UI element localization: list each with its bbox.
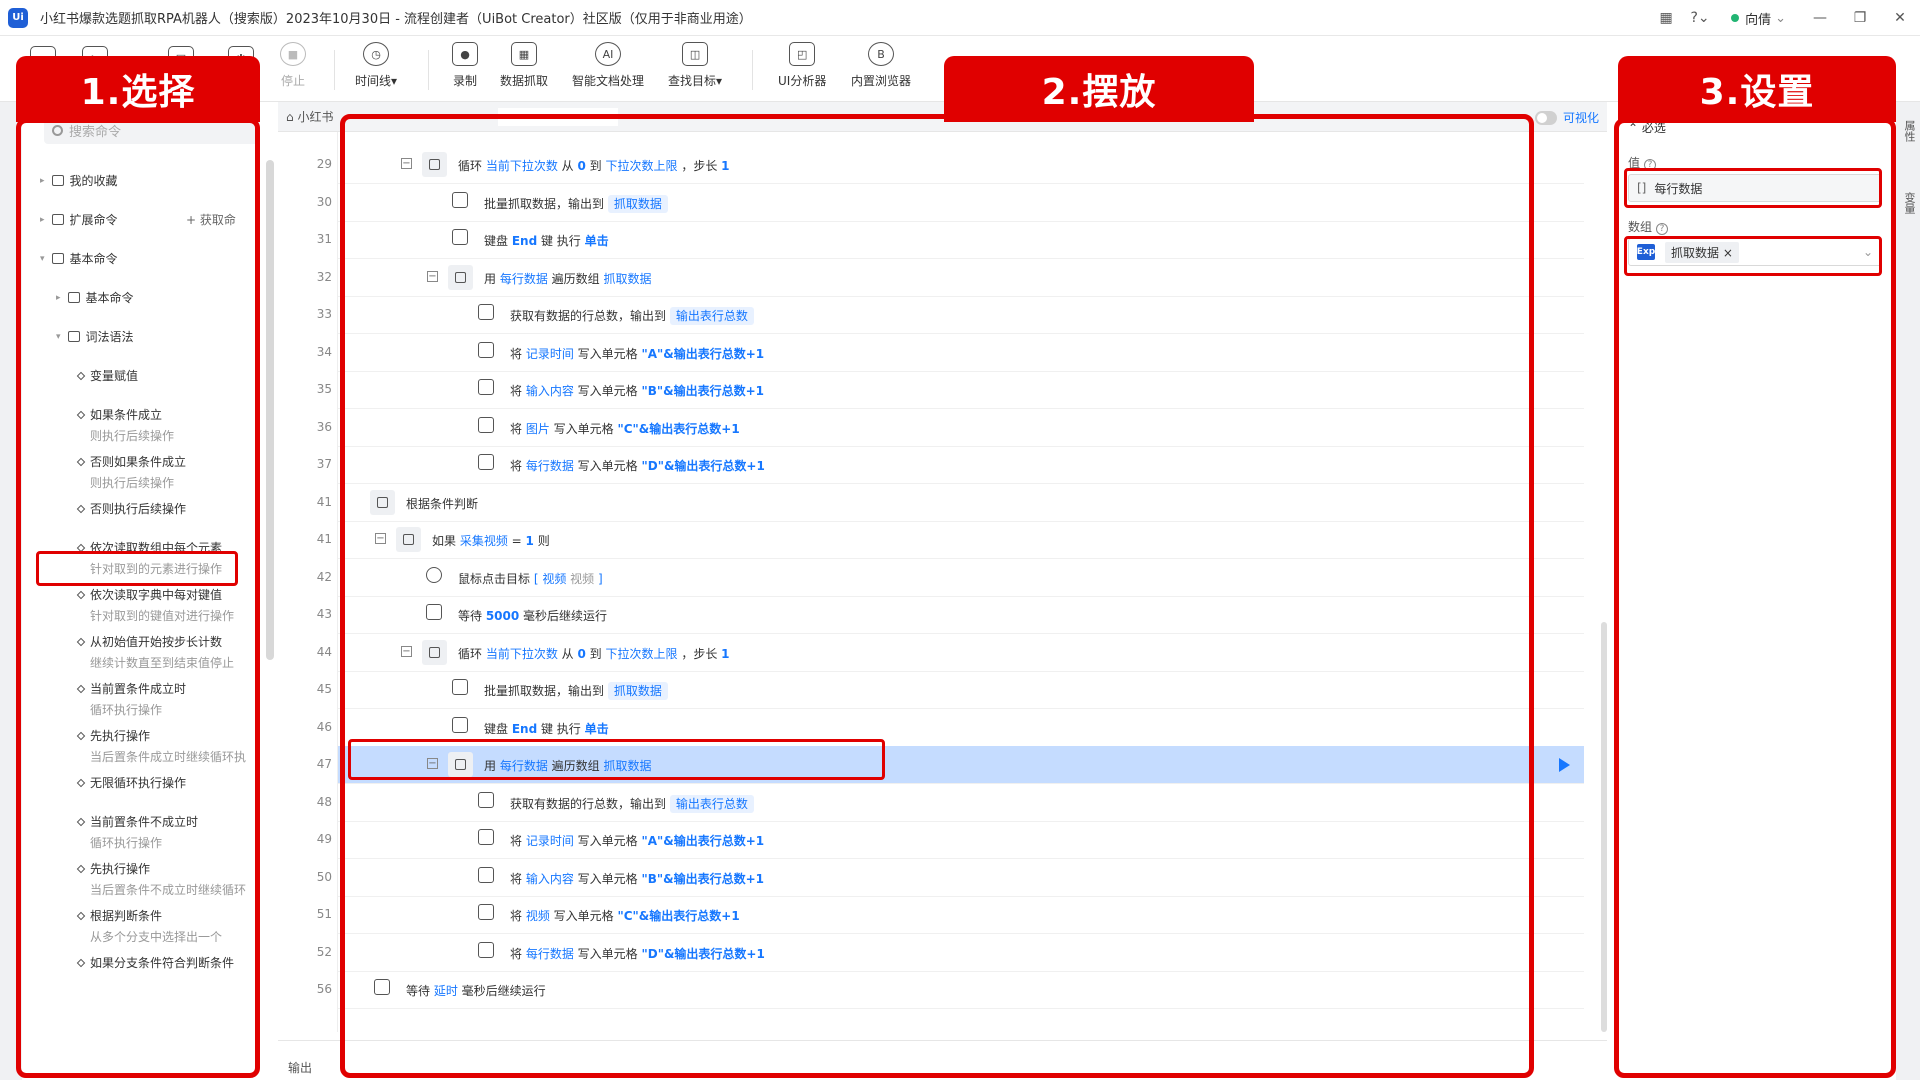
line-gutter: 29 30 31 32 33 34 35 36 37 41 41 42 43 44 45 46 47 48 49 50… [278, 132, 338, 1032]
line-number: 32 [316, 269, 332, 284]
line-number: 50 [316, 869, 332, 884]
left-scrollbar[interactable] [266, 160, 274, 660]
browser-icon: B [868, 42, 894, 66]
line-number: 34 [316, 344, 332, 359]
user-menu[interactable]: 向倩 ⌄ [1731, 9, 1786, 28]
clock-icon: ◷ [363, 42, 390, 66]
line-number: 45 [316, 682, 332, 696]
annotation-label-select: 1.选择 [16, 56, 260, 122]
tab-label: 小红书 [297, 110, 334, 124]
visual-toggle[interactable]: 可视化 [1534, 109, 1599, 126]
line-number: 29 [316, 157, 332, 171]
user-name: 向倩 [1745, 12, 1772, 28]
line-number: 49 [316, 832, 332, 846]
window-title: 小红书爆款选题抓取RPA机器人（搜索版）2023年10月30日 - 流程创建者（… [40, 12, 752, 27]
annotation-box-select [16, 118, 260, 1078]
output-label: 输出 [288, 1061, 313, 1075]
line-number: 52 [316, 944, 332, 959]
minimize-icon[interactable]: — [1800, 0, 1840, 36]
table-icon: ▦ [511, 42, 537, 66]
stop-tool[interactable]: ■ 停止 [280, 42, 306, 89]
grid-icon[interactable]: ▦ [1649, 0, 1683, 36]
line-number: 42 [316, 569, 332, 584]
line-number: 47 [316, 757, 332, 771]
find-target-tool[interactable]: ◫ 查找目标▾ [668, 42, 722, 89]
line-number: 37 [316, 457, 332, 471]
highlight-value-field [1624, 168, 1882, 208]
toolbar-divider [334, 50, 335, 90]
online-status-icon [1731, 14, 1740, 22]
line-number: 31 [316, 232, 332, 246]
browser-tool[interactable]: B 内置浏览器 [851, 42, 911, 89]
toolbar-divider [428, 50, 429, 90]
app-logo: Ui [8, 7, 28, 28]
target-icon: ◫ [682, 42, 709, 66]
line-number: 41 [316, 494, 332, 509]
find-target-label: 查找目标▾ [668, 74, 723, 88]
annotation-box-place [340, 114, 1534, 1078]
record-icon: ● [452, 42, 478, 66]
ui-analyzer-label: UI分析器 [778, 74, 827, 88]
toolbar-divider [752, 50, 753, 90]
highlight-placed-row [348, 739, 885, 780]
browser-label: 内置浏览器 [851, 74, 912, 88]
title-bar: Ui 小红书爆款选题抓取RPA机器人（搜索版）2023年10月30日 - 流程创… [0, 0, 1920, 36]
stop-label: 停止 [280, 74, 305, 88]
close-icon[interactable]: ✕ [1880, 0, 1920, 36]
line-number: 30 [316, 194, 332, 209]
tab-flow[interactable]: ⌂ 小红书 [286, 108, 333, 125]
timeline-label: 时间线▾ [355, 74, 398, 88]
timeline-tool[interactable]: ◷ 时间线▾ [355, 42, 397, 89]
line-number: 51 [316, 907, 332, 921]
visual-toggle-label: 可视化 [1562, 111, 1599, 125]
highlight-array-field [1624, 236, 1882, 276]
line-number: 44 [316, 644, 332, 659]
annotation-label-place: 2.摆放 [944, 56, 1254, 122]
line-number: 33 [316, 307, 332, 321]
ui-analyzer-tool[interactable]: ◰ UI分析器 [778, 42, 826, 89]
stop-icon: ■ [280, 42, 306, 66]
annotation-label-settings: 3.设置 [1618, 56, 1896, 122]
ai-icon: AI [595, 42, 621, 66]
line-number: 36 [316, 419, 332, 434]
data-scrape-label: 数据抓取 [500, 74, 549, 88]
restore-icon[interactable]: ❐ [1840, 0, 1880, 36]
line-number: 41 [316, 532, 332, 546]
analyzer-icon: ◰ [789, 42, 816, 66]
line-number: 48 [316, 794, 332, 809]
line-number: 43 [316, 607, 332, 621]
data-scrape-tool[interactable]: ▦ 数据抓取 [500, 42, 548, 89]
run-icon[interactable] [1559, 758, 1570, 772]
tab-variables[interactable]: 变量 [1901, 192, 1917, 214]
line-number: 46 [316, 719, 332, 734]
highlight-foreach-command [36, 551, 238, 586]
record-label: 录制 [452, 74, 477, 88]
line-number: 35 [316, 382, 332, 396]
right-side-tabs: 属性 变量 [1896, 102, 1920, 1080]
ai-doc-label: 智能文档处理 [572, 74, 645, 88]
tab-properties[interactable]: 属性 [1901, 120, 1917, 142]
record-tool[interactable]: ● 录制 [452, 42, 478, 89]
help-icon[interactable]: ?⌄ [1683, 0, 1717, 36]
toggle-switch [1534, 110, 1557, 125]
ai-doc-tool[interactable]: AI 智能文档处理 [572, 42, 644, 89]
line-number: 56 [316, 982, 332, 996]
editor-scrollbar[interactable] [1601, 622, 1607, 1032]
